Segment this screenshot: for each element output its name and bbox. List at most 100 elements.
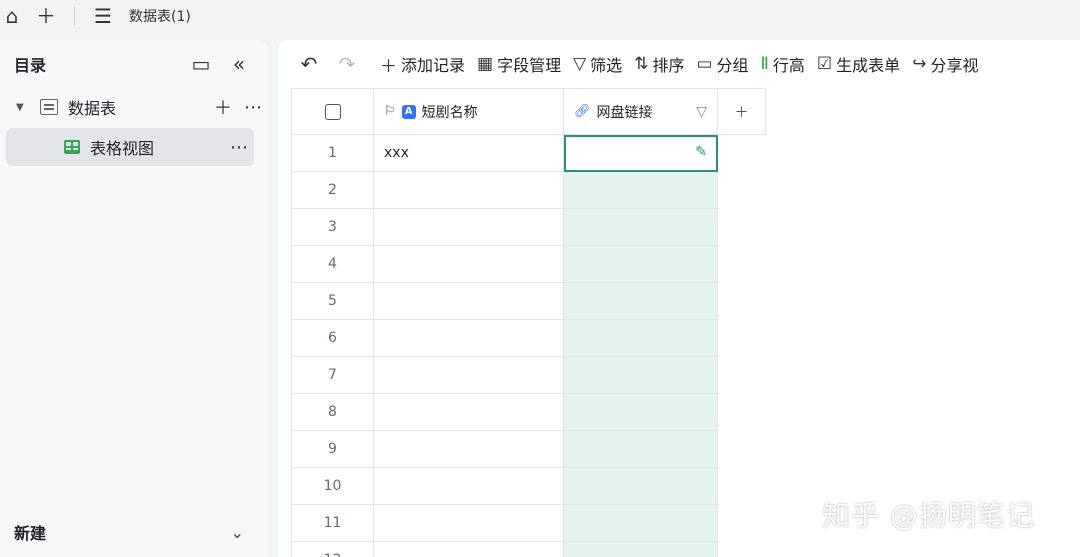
- top-bar: ⌂ ＋ ☰ 数据表(1): [0, 0, 1080, 32]
- link-cell[interactable]: ✎: [563, 134, 718, 172]
- undo-icon[interactable]: ↶: [298, 52, 320, 76]
- caret-down-icon[interactable]: ▼: [16, 102, 30, 113]
- table-row[interactable]: 9: [291, 430, 766, 468]
- row-index: 12: [291, 541, 374, 557]
- filter-label: 筛选: [590, 56, 623, 75]
- row-height-label: 行高: [772, 56, 805, 75]
- table-row[interactable]: 7: [291, 356, 766, 394]
- text-field-icon: A: [401, 104, 416, 119]
- empty-cell: [717, 467, 766, 505]
- select-all-cell[interactable]: [291, 88, 374, 135]
- link-cell[interactable]: [563, 541, 718, 557]
- select-all-checkbox[interactable]: [324, 103, 341, 120]
- share-view-button[interactable]: ↪ 分享视: [912, 52, 978, 76]
- name-cell[interactable]: [373, 245, 564, 283]
- table-row[interactable]: 11: [291, 504, 766, 542]
- link-cell[interactable]: [563, 393, 718, 431]
- chevron-down-icon[interactable]: ⌄: [231, 523, 244, 542]
- field-manage-button[interactable]: ▦ 字段管理: [477, 52, 561, 76]
- tree-item-grid-view[interactable]: 表格视图 ⋯: [6, 128, 254, 166]
- name-cell[interactable]: [373, 282, 564, 320]
- empty-cell: [717, 541, 766, 557]
- divider: [74, 7, 75, 25]
- document-title[interactable]: 数据表(1): [129, 6, 191, 26]
- name-cell[interactable]: [373, 171, 564, 209]
- home-icon[interactable]: ⌂: [0, 4, 24, 28]
- empty-cell: [717, 356, 766, 394]
- add-record-label: 添加记录: [401, 56, 466, 75]
- watermark: 知乎 @扬明笔记: [822, 499, 1035, 532]
- empty-cell: [717, 134, 766, 172]
- link-cell[interactable]: [563, 245, 718, 283]
- link-cell[interactable]: [563, 208, 718, 246]
- more-icon[interactable]: ⋯: [238, 97, 268, 118]
- plus-icon[interactable]: ＋: [34, 4, 58, 28]
- add-column-button[interactable]: ＋: [717, 88, 766, 135]
- column-filter-icon[interactable]: ▽: [696, 104, 707, 120]
- link-cell[interactable]: [563, 467, 718, 505]
- row-index: 10: [291, 467, 374, 505]
- header-row: ⚐ A 短剧名称 🔗︎ 网盘链接 ▽ ＋: [291, 88, 766, 135]
- name-cell[interactable]: [373, 467, 564, 505]
- row-index: 1: [291, 134, 374, 172]
- form-icon: ☑: [816, 54, 833, 74]
- row-height-button[interactable]: Ⅱ 行高: [761, 52, 805, 76]
- group-button[interactable]: ▭ 分组: [696, 52, 748, 76]
- table-row[interactable]: 3: [291, 208, 766, 246]
- table-row[interactable]: 10: [291, 467, 766, 505]
- row-index: 5: [291, 282, 374, 320]
- link-cell[interactable]: [563, 356, 718, 394]
- generate-form-button[interactable]: ☑ 生成表单: [817, 52, 900, 76]
- link-cell[interactable]: [563, 430, 718, 468]
- hamburger-icon[interactable]: ☰: [91, 4, 115, 28]
- name-cell[interactable]: xxx: [373, 134, 564, 172]
- redo-icon[interactable]: ↷: [336, 52, 358, 76]
- name-cell[interactable]: [373, 430, 564, 468]
- name-cell[interactable]: [373, 356, 564, 394]
- table-row[interactable]: 5: [291, 282, 766, 320]
- share-view-label: 分享视: [930, 56, 979, 75]
- row-index: 7: [291, 356, 374, 394]
- fields-icon: ▦: [477, 54, 494, 74]
- share-icon: ↪: [912, 54, 927, 74]
- name-cell[interactable]: [373, 393, 564, 431]
- name-cell[interactable]: [373, 208, 564, 246]
- table-icon: [40, 99, 58, 115]
- sort-button[interactable]: ⇅ 排序: [634, 52, 684, 76]
- row-height-icon: Ⅱ: [760, 54, 769, 74]
- tree-item-table[interactable]: ▼ 数据表 ＋ ⋯: [0, 88, 268, 126]
- minimize-icon[interactable]: ▭: [186, 49, 216, 79]
- tree-item-table-label: 数据表: [68, 99, 117, 118]
- empty-cell: [717, 208, 766, 246]
- edit-pencil-icon[interactable]: ✎: [695, 144, 707, 160]
- link-cell[interactable]: [563, 504, 718, 542]
- sort-icon: ⇅: [634, 54, 649, 74]
- row-index: 3: [291, 208, 374, 246]
- name-cell[interactable]: [373, 319, 564, 357]
- column-name-label: 短剧名称: [421, 104, 478, 121]
- link-cell[interactable]: [563, 171, 718, 209]
- add-view-icon[interactable]: ＋: [208, 94, 238, 120]
- table-row[interactable]: 12: [291, 541, 766, 557]
- column-header-link[interactable]: 🔗︎ 网盘链接 ▽: [563, 88, 718, 135]
- column-header-name[interactable]: ⚐ A 短剧名称: [373, 88, 564, 135]
- sidebar-header: 目录 ▭ «: [0, 40, 268, 88]
- name-cell[interactable]: [373, 504, 564, 542]
- filter-button[interactable]: ▽ 筛选: [573, 52, 622, 76]
- data-grid: ⚐ A 短剧名称 🔗︎ 网盘链接 ▽ ＋ 1xxx ✎ 23456789101112: [291, 88, 766, 557]
- sidebar-footer[interactable]: 新建 ⌄: [0, 507, 268, 557]
- table-row[interactable]: 1 xxx ✎: [291, 134, 766, 172]
- empty-cell: [717, 171, 766, 209]
- view-more-icon[interactable]: ⋯: [224, 137, 254, 158]
- link-cell[interactable]: [563, 319, 718, 357]
- name-cell[interactable]: [373, 541, 564, 557]
- add-record-button[interactable]: ＋添加记录: [380, 52, 465, 77]
- collapse-sidebar-icon[interactable]: «: [224, 49, 254, 79]
- table-row[interactable]: 6: [291, 319, 766, 357]
- table-row[interactable]: 8: [291, 393, 766, 431]
- table-row[interactable]: 4: [291, 245, 766, 283]
- row-index: 9: [291, 430, 374, 468]
- link-cell[interactable]: [563, 282, 718, 320]
- row-index: 8: [291, 393, 374, 431]
- table-row[interactable]: 2: [291, 171, 766, 209]
